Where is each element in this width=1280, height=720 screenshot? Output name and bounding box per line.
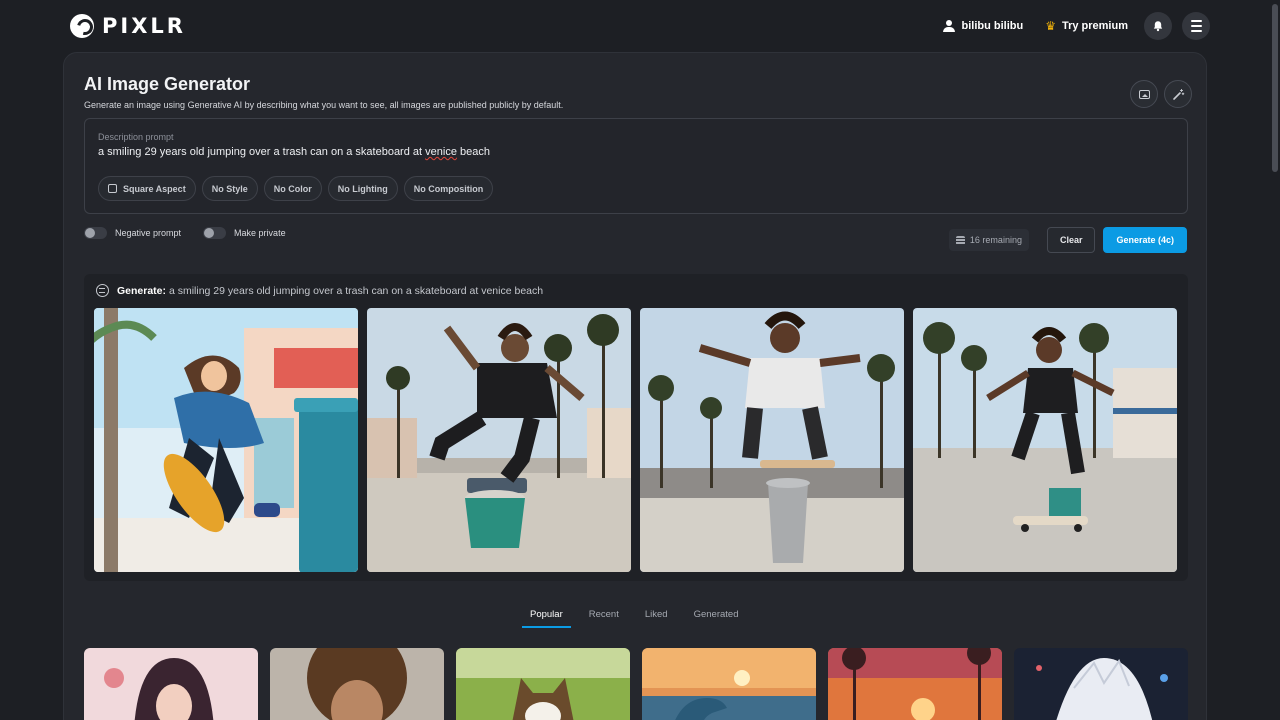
gallery-item[interactable] — [84, 648, 258, 720]
pixlr-logo[interactable]: PIXLR — [70, 14, 186, 38]
header-actions: bilibu bilibu ♛ Try premium — [937, 12, 1210, 40]
generated-image-1[interactable] — [94, 308, 358, 572]
lighting-chip[interactable]: No Lighting — [327, 176, 398, 201]
prompt-label: Description prompt — [98, 132, 174, 142]
hamburger-icon — [1190, 20, 1202, 32]
make-private-label: Make private — [234, 228, 286, 238]
tab-recent[interactable]: Recent — [581, 603, 627, 628]
clear-button[interactable]: Clear — [1046, 227, 1096, 253]
chip-label: No Color — [273, 183, 312, 194]
top-bar: PIXLR bilibu bilibu ♛ Try premium — [0, 0, 1280, 52]
crown-icon: ♛ — [1045, 19, 1056, 33]
page-scrollbar[interactable] — [1270, 0, 1280, 720]
prompt-text-end: beach — [456, 146, 490, 158]
prompt-text-start: a smiling 29 years old jumping over a tr… — [98, 146, 426, 158]
aspect-chip[interactable]: Square Aspect — [98, 176, 196, 201]
negative-prompt-toggle[interactable] — [84, 227, 107, 239]
generation-result-panel: Generate: a smiling 29 years old jumping… — [84, 274, 1188, 581]
notifications-button[interactable] — [1144, 12, 1172, 40]
gallery-grid — [84, 648, 1188, 720]
color-chip[interactable]: No Color — [263, 176, 322, 201]
generated-image-3[interactable] — [640, 308, 904, 572]
tab-popular[interactable]: Popular — [522, 603, 571, 628]
result-heading: Generate: a smiling 29 years old jumping… — [96, 284, 543, 297]
generate-button[interactable]: Generate (4c) — [1103, 227, 1187, 253]
result-heading-label: Generate: — [117, 284, 167, 297]
prompt-misspelled-word: venice — [425, 146, 457, 158]
square-aspect-icon — [108, 184, 117, 193]
gallery-item[interactable] — [642, 648, 816, 720]
tool-buttons — [1130, 80, 1192, 108]
style-chip[interactable]: No Style — [201, 176, 258, 201]
user-name: bilibu bilibu — [961, 20, 1024, 32]
gallery-item[interactable] — [456, 648, 630, 720]
image-reference-button[interactable] — [1130, 80, 1158, 108]
pixlr-logo-icon — [70, 14, 94, 38]
magic-wand-icon — [1172, 88, 1184, 100]
chip-label: No Composition — [413, 183, 484, 194]
brand-name: PIXLR — [102, 14, 186, 38]
generate-actions: 16 remaining Clear Generate (4c) — [948, 227, 1187, 253]
image-icon — [1138, 89, 1150, 99]
chip-label: No Lighting — [337, 183, 388, 194]
scrollbar-thumb[interactable] — [1272, 4, 1278, 172]
try-premium-link[interactable]: ♛ Try premium — [1039, 12, 1134, 40]
user-account-link[interactable]: bilibu bilibu — [937, 12, 1029, 40]
make-private-toggle-row: Make private — [203, 227, 286, 239]
premium-label: Try premium — [1061, 20, 1128, 32]
chip-label: No Style — [211, 183, 248, 194]
credits-remaining: 16 remaining — [948, 229, 1029, 251]
make-private-toggle[interactable] — [203, 227, 227, 239]
negative-prompt-toggle-row: Negative prompt — [84, 227, 181, 239]
negative-prompt-label: Negative prompt — [115, 228, 182, 238]
tab-liked[interactable]: Liked — [637, 603, 676, 628]
description-prompt-box[interactable]: Description prompt a smiling 29 years ol… — [84, 118, 1188, 214]
page-title: AI Image Generator — [84, 74, 251, 94]
prompt-icon — [96, 284, 109, 297]
composition-chip[interactable]: No Composition — [403, 176, 494, 201]
gallery-item[interactable] — [270, 648, 444, 720]
user-icon — [943, 20, 956, 32]
result-prompt-text: a smiling 29 years old jumping over a tr… — [168, 284, 544, 297]
page-subtitle: Generate an image using Generative AI by… — [84, 100, 564, 110]
generated-image-4[interactable] — [913, 308, 1177, 572]
bell-icon — [1153, 21, 1163, 32]
credits-icon — [955, 235, 965, 245]
credits-remaining-text: 16 remaining — [969, 235, 1022, 245]
prompt-input[interactable]: a smiling 29 years old jumping over a tr… — [98, 146, 490, 158]
prompt-toggles: Negative prompt Make private — [84, 227, 286, 239]
gallery-item[interactable] — [1014, 648, 1188, 720]
main-menu-button[interactable] — [1182, 12, 1210, 40]
chip-label: Square Aspect — [123, 183, 186, 194]
gallery-item[interactable] — [828, 648, 1002, 720]
option-chips: Square Aspect No Style No Color No Light… — [98, 176, 494, 201]
magic-wand-button[interactable] — [1164, 80, 1192, 108]
generated-images — [94, 308, 1177, 572]
tab-generated[interactable]: Generated — [686, 603, 747, 628]
generator-card: AI Image Generator Generate an image usi… — [63, 52, 1207, 720]
gallery-tabs: Popular Recent Liked Generated — [517, 603, 751, 628]
generated-image-2[interactable] — [367, 308, 631, 572]
